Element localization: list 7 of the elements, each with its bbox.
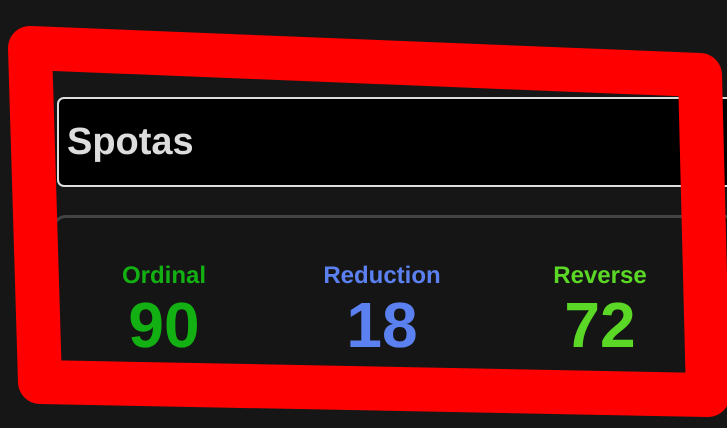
cipher-value: 18	[346, 290, 418, 360]
search-field[interactable]: Spotas	[57, 97, 727, 187]
cipher-label: Reverse	[553, 262, 647, 290]
cipher-label: Reduction	[323, 262, 441, 290]
cipher-value: 90	[128, 290, 200, 360]
cipher-value: 72	[564, 290, 636, 360]
cipher-label: Ordinal	[122, 262, 206, 290]
